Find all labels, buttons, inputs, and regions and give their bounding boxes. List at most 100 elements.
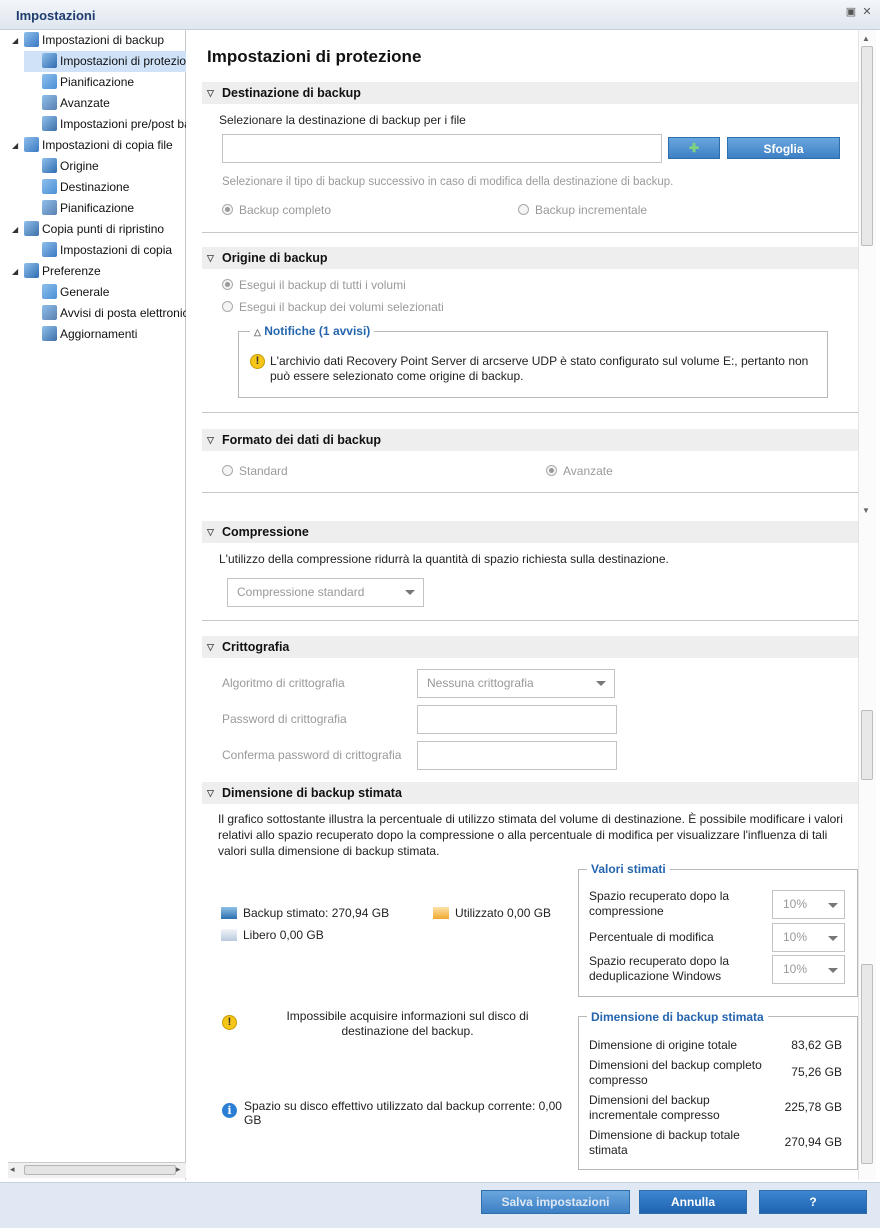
tree-item-label: Destinazione bbox=[60, 180, 130, 194]
schedule-icon bbox=[42, 74, 57, 89]
expand-triangle-icon[interactable]: ◢ bbox=[12, 30, 18, 51]
left-gutter bbox=[0, 565, 8, 1180]
backup-type-prompt: Selezionare il tipo di backup successivo… bbox=[222, 176, 674, 188]
destination-path-input[interactable] bbox=[222, 134, 662, 163]
tree-item[interactable]: Generale bbox=[24, 282, 186, 303]
section-header-encryption[interactable]: ▽ Crittografia bbox=[202, 636, 858, 658]
divider bbox=[202, 412, 858, 413]
tree-item[interactable]: Impostazioni pre/post backup bbox=[24, 114, 186, 135]
tree-item[interactable]: Aggiornamenti bbox=[24, 324, 186, 345]
collapse-up-icon[interactable]: △ bbox=[254, 327, 261, 337]
notifications-title[interactable]: △ Notifiche (1 avvisi) bbox=[250, 324, 375, 338]
collapse-arrow-icon[interactable]: ▽ bbox=[207, 82, 214, 104]
collapse-arrow-icon[interactable]: ▽ bbox=[207, 636, 214, 658]
save-settings-button[interactable]: Salva impostazioni bbox=[481, 1190, 630, 1214]
disk-info-warning: Impossibile acquisire informazioni sul d… bbox=[286, 1009, 529, 1038]
advanced-icon bbox=[42, 95, 57, 110]
radio-icon[interactable] bbox=[222, 301, 233, 312]
tree-item-label: Origine bbox=[60, 159, 99, 173]
change-rate-dropdown[interactable]: 10% bbox=[772, 923, 845, 952]
tree-item[interactable]: Avvisi di posta elettronica bbox=[24, 303, 186, 324]
scroll-thumb-lower[interactable] bbox=[861, 710, 873, 780]
add-destination-button[interactable]: ✚ bbox=[668, 137, 720, 159]
radio-icon[interactable] bbox=[546, 465, 557, 476]
selected-volumes-radio[interactable]: Esegui il backup dei volumi selezionati bbox=[222, 300, 444, 314]
collapse-arrow-icon[interactable]: ▽ bbox=[207, 247, 214, 269]
tree-item[interactable]: ◢ Impostazioni di backup bbox=[8, 30, 186, 51]
preferences-icon bbox=[24, 263, 39, 278]
encryption-password-input[interactable] bbox=[417, 705, 617, 734]
destination-prompt: Selezionare la destinazione di backup pe… bbox=[219, 113, 466, 127]
file-copy-icon bbox=[24, 137, 39, 152]
dedup-saving-dropdown[interactable]: 10% bbox=[772, 955, 845, 984]
browse-button[interactable]: Sfoglia bbox=[727, 137, 840, 159]
full-backup-radio[interactable]: Backup completo bbox=[222, 203, 331, 217]
tree-item-label: Impostazioni di protezione bbox=[60, 54, 186, 68]
incremental-backup-size-value: 225,78 GB bbox=[784, 1100, 842, 1114]
radio-icon[interactable] bbox=[222, 204, 233, 215]
tree-item[interactable]: Avanzate bbox=[24, 93, 186, 114]
scroll-thumb[interactable] bbox=[24, 1165, 176, 1175]
tree-item-label: Impostazioni di copia file bbox=[42, 138, 173, 152]
window-titlebar: Impostazioni ▣ ✕ bbox=[0, 0, 880, 30]
tree-item[interactable]: Impostazioni di protezione bbox=[24, 51, 186, 72]
scroll-down-icon[interactable]: ▼ bbox=[862, 506, 870, 515]
add-icon: ✚ bbox=[688, 141, 700, 155]
settings-tree: ◢ Impostazioni di backup Impostazioni di p… bbox=[8, 30, 186, 1180]
incremental-backup-radio[interactable]: Backup incrementale bbox=[518, 203, 647, 217]
tree-item[interactable]: Pianificazione bbox=[24, 198, 186, 219]
schedule-icon bbox=[42, 200, 57, 215]
restore-icon[interactable]: ▣ bbox=[845, 6, 857, 18]
incremental-backup-size-label: Dimensioni del backup incrementale compr… bbox=[589, 1093, 720, 1122]
close-icon[interactable]: ✕ bbox=[861, 6, 873, 18]
scroll-right-icon[interactable]: ▸ bbox=[176, 1164, 181, 1175]
warning-icon: ! bbox=[222, 1015, 237, 1030]
radio-icon[interactable] bbox=[518, 204, 529, 215]
collapse-arrow-icon[interactable]: ▽ bbox=[207, 521, 214, 543]
expand-triangle-icon[interactable]: ◢ bbox=[12, 261, 18, 282]
section-header-destination[interactable]: ▽ Destinazione di backup bbox=[202, 82, 858, 104]
expand-triangle-icon[interactable]: ◢ bbox=[12, 219, 18, 240]
tree-item[interactable]: Destinazione bbox=[24, 177, 186, 198]
tree-item[interactable]: ◢ Impostazioni di copia file bbox=[8, 135, 186, 156]
tree-horizontal-scrollbar[interactable]: ◂ ▸ bbox=[8, 1162, 186, 1178]
tree-item[interactable]: ◢ Preferenze bbox=[8, 261, 186, 282]
collapse-arrow-icon[interactable]: ▽ bbox=[207, 782, 214, 804]
encryption-password-label: Password di crittografia bbox=[222, 712, 347, 726]
tree-item[interactable]: Impostazioni di copia bbox=[24, 240, 186, 261]
section-header-format[interactable]: ▽ Formato dei dati di backup bbox=[202, 429, 858, 451]
scroll-thumb-bottom[interactable] bbox=[861, 964, 873, 1164]
tree-item[interactable]: Origine bbox=[24, 156, 186, 177]
section-header-origin[interactable]: ▽ Origine di backup bbox=[202, 247, 858, 269]
scroll-left-icon[interactable]: ◂ bbox=[10, 1164, 15, 1175]
legend-backup: Backup stimato: 270,94 GB bbox=[221, 906, 389, 920]
email-icon bbox=[42, 305, 57, 320]
general-icon bbox=[42, 284, 57, 299]
collapse-arrow-icon[interactable]: ▽ bbox=[207, 429, 214, 451]
help-button[interactable]: ? bbox=[759, 1190, 867, 1214]
recovery-copy-icon bbox=[24, 221, 39, 236]
scroll-thumb[interactable] bbox=[861, 46, 873, 246]
estimated-size-title: Dimensione di backup stimata bbox=[587, 1010, 768, 1024]
tree-item[interactable]: Pianificazione bbox=[24, 72, 186, 93]
radio-icon[interactable] bbox=[222, 279, 233, 290]
all-volumes-radio[interactable]: Esegui il backup di tutti i volumi bbox=[222, 278, 406, 292]
confirm-password-input[interactable] bbox=[417, 741, 617, 770]
section-header-compression[interactable]: ▽ Compressione bbox=[202, 521, 858, 543]
compression-saving-dropdown[interactable]: 10% bbox=[772, 890, 845, 919]
cancel-button[interactable]: Annulla bbox=[639, 1190, 747, 1214]
advanced-format-radio[interactable]: Avanzate bbox=[546, 464, 613, 478]
tree-item-label: Aggiornamenti bbox=[60, 327, 138, 341]
standard-format-radio[interactable]: Standard bbox=[222, 464, 288, 478]
tree-item[interactable]: ◢ Copia punti di ripristino bbox=[8, 219, 186, 240]
scroll-up-icon[interactable]: ▲ bbox=[862, 34, 870, 43]
wrench-icon bbox=[42, 116, 57, 131]
encryption-algorithm-dropdown[interactable]: Nessuna crittografia bbox=[417, 669, 615, 698]
section-header-estimate[interactable]: ▽ Dimensione di backup stimata bbox=[202, 782, 858, 804]
compression-dropdown[interactable]: Compressione standard bbox=[227, 578, 424, 607]
expand-triangle-icon[interactable]: ◢ bbox=[12, 135, 18, 156]
tree-item-label: Impostazioni di backup bbox=[42, 33, 165, 47]
radio-icon[interactable] bbox=[222, 465, 233, 476]
confirm-password-label: Conferma password di crittografia bbox=[222, 748, 402, 762]
tree-item-label: Pianificazione bbox=[60, 201, 135, 215]
